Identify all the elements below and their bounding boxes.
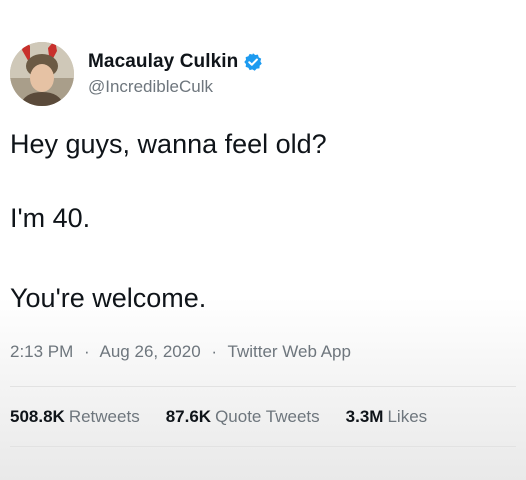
tweet-meta: 2:13 PM · Aug 26, 2020 · Twitter Web App [10,342,351,362]
timestamp-date[interactable]: Aug 26, 2020 [100,342,201,361]
likes-count: 3.3M [345,407,384,426]
author-names: Macaulay Culkin @IncredibleCulk [88,51,263,97]
retweets-count: 508.8K [10,407,65,426]
divider [10,386,516,387]
tweet-text-line-2: I'm 40. [10,203,91,233]
tweet-stats: 508.8K Retweets 87.6K Quote Tweets 3.3M Lik… [10,407,427,427]
quote-tweets-label: Quote Tweets [215,407,320,426]
likes-stat[interactable]: 3.3M Likes [346,407,427,427]
tweet-text-line-3: You're welcome. [10,283,207,313]
tweet-header: Macaulay Culkin @IncredibleCulk [10,40,263,108]
retweets-stat[interactable]: 508.8K Retweets [10,407,140,427]
quote-tweets-stat[interactable]: 87.6K Quote Tweets [166,407,320,427]
meta-separator: · [84,342,90,361]
likes-label: Likes [387,407,428,426]
divider [10,446,516,447]
name-row: Macaulay Culkin [88,51,263,73]
verified-badge-icon [243,52,263,72]
tweet-card: Macaulay Culkin @IncredibleCulk Hey guys… [0,0,526,480]
tweet-text-line-1: Hey guys, wanna feel old? [10,129,327,159]
meta-separator: · [211,342,218,361]
timestamp-time[interactable]: 2:13 PM [10,342,73,361]
tweet-source[interactable]: Twitter Web App [228,342,351,361]
handle[interactable]: @IncredibleCulk [88,77,263,97]
display-name[interactable]: Macaulay Culkin [88,51,238,73]
avatar[interactable] [10,42,74,106]
quote-tweets-count: 87.6K [165,407,212,426]
retweets-label: Retweets [68,407,140,426]
